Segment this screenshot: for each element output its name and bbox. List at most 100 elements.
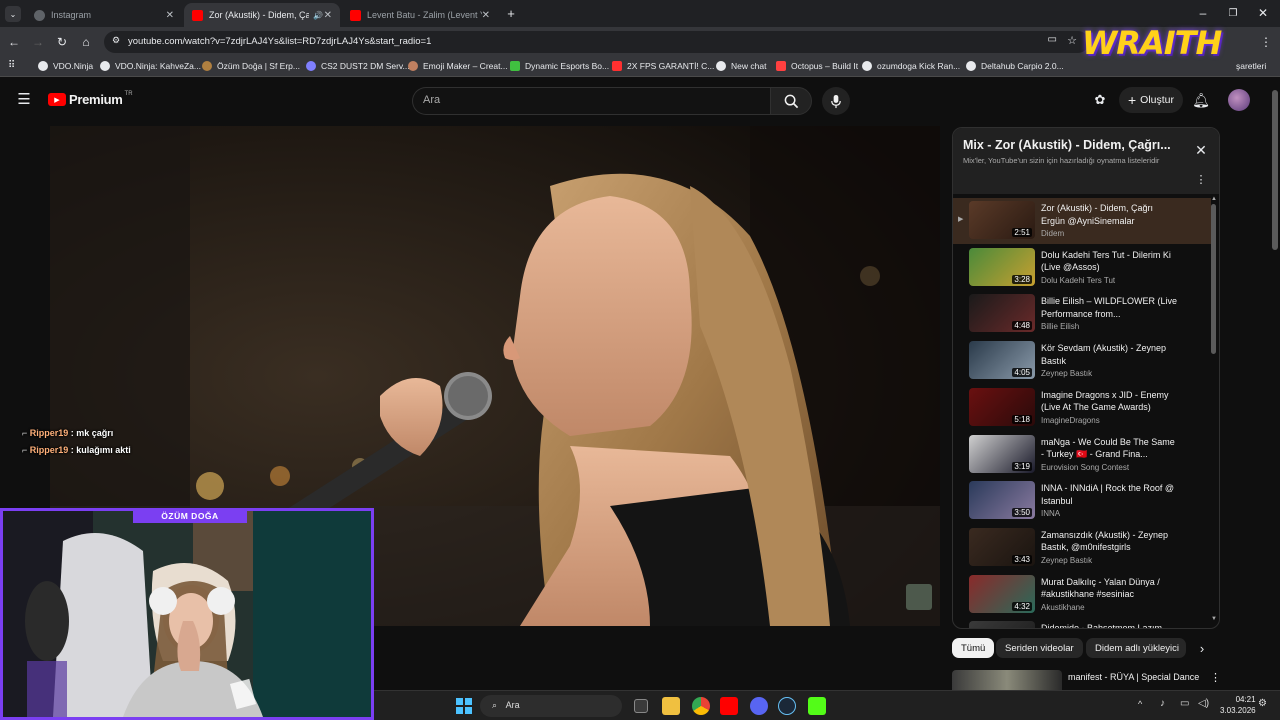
now-playing-icon: ▶ (958, 216, 964, 223)
bookmark-item[interactable]: Octopus – Build It (776, 61, 858, 71)
back-icon[interactable]: ← (6, 34, 22, 50)
site-info-icon[interactable]: ⚙ (112, 35, 120, 46)
page-scrollbar[interactable] (1272, 90, 1278, 250)
bookmark-label: VDO.Ninja (53, 61, 94, 71)
close-tab-icon[interactable]: ✕ (324, 10, 332, 21)
bookmark-item[interactable]: CS2 DUST2 DM Serv... (306, 61, 410, 71)
youtube-logo[interactable]: ▶ Premium TR (48, 91, 133, 107)
volume-icon[interactable]: ◁) (1198, 698, 1209, 709)
scroll-thumb[interactable] (1211, 204, 1216, 354)
home-icon[interactable]: ⌂ (78, 34, 94, 50)
playlist-item[interactable]: ▶ 2:51 Zor (Akustik) - Didem, Çağrı Ergün … (953, 198, 1211, 244)
tab-label: Instagram (51, 10, 92, 20)
bookmark-item[interactable]: 2X FPS GARANTİ! C... (612, 61, 714, 71)
video-thumbnail: 3:50 (969, 481, 1035, 520)
tab-levent-batu[interactable]: Levent Batu - Zalim (Levent Yü ✕ (342, 3, 498, 27)
file-explorer-icon[interactable] (662, 697, 680, 715)
playlist-item[interactable]: 3:19 maNga - We Could Be The Same - Turke… (953, 432, 1211, 478)
forward-icon[interactable]: → (30, 34, 46, 50)
start-menu-icon[interactable] (456, 698, 472, 714)
bookmark-label: Octopus – Build It (791, 61, 859, 71)
bookmark-item[interactable]: New chat (716, 61, 766, 71)
bookmark-item[interactable]: VDO.Ninja (38, 61, 93, 71)
recommended-video[interactable]: manifest - RÜYA | Special Dance ⋮ (952, 670, 1221, 690)
bookmark-icon (862, 61, 872, 71)
youtube-app-icon[interactable] (720, 697, 738, 715)
playlist-item[interactable]: 4:32 Murat Dalkılıç - Yalan Dünya / #akus… (953, 572, 1211, 618)
maximize-icon[interactable]: ❐ (1224, 5, 1242, 21)
menu-icon[interactable]: ⋮ (1258, 34, 1274, 50)
search-button[interactable] (770, 87, 812, 115)
channel-name: Didem (1041, 229, 1065, 238)
notification-center-icon[interactable]: ⚙ (1258, 698, 1267, 709)
channel-name: Eurovision Song Contest (1041, 462, 1130, 472)
channel-watermark[interactable] (906, 584, 932, 610)
chrome-icon[interactable] (692, 697, 710, 715)
channel-name: Zeynep Bastık (1041, 555, 1093, 565)
channel-name: Akustikhane (1041, 602, 1085, 612)
bookmark-item[interactable]: VDO.Ninja: KahveZa... (100, 61, 201, 71)
network-icon[interactable]: ▭ (1180, 698, 1189, 709)
chip-label: Seriden videolar (1005, 642, 1074, 654)
taskbar-search[interactable]: ⌕ Ara (480, 695, 622, 717)
tab-instagram[interactable]: Instagram ✕ (26, 3, 182, 27)
clock[interactable]: 04:21 3.03.2026 (1220, 694, 1256, 716)
tab-label: Levent Batu - Zalim (Levent Yü (367, 10, 482, 20)
cast-icon[interactable]: ▭ (1048, 34, 1057, 45)
discord-icon[interactable] (750, 697, 768, 715)
apps-icon[interactable]: ⠿ (8, 60, 15, 71)
bookmark-item[interactable]: Emoji Maker – Creat... (408, 61, 508, 71)
tab-search-icon[interactable]: ⌄ (5, 6, 21, 22)
hamburger-menu-icon[interactable]: ☰ (16, 91, 32, 108)
scroll-down-icon[interactable]: ▼ (1211, 616, 1217, 622)
chip-all[interactable]: Tümü (952, 638, 995, 658)
scroll-up-icon[interactable]: ▲ (1211, 196, 1217, 202)
playlist-item[interactable]: 5:18 Imagine Dragons x JID - Enemy (Live … (953, 385, 1211, 431)
bookmark-item[interactable]: ozumdoga Kick Ran... (862, 61, 960, 71)
windows-taskbar: ⌕ Ara ^ ♪ ▭ ◁) 04:21 3.03.2026 ⚙ (374, 690, 1280, 720)
youtube-header: ☰ ▶ Premium TR Ara ✿ + Oluştur 🔔︎ (0, 77, 1270, 123)
tab-youtube-active[interactable]: Zor (Akustik) - Didem, Çağrı 🔊 ✕ (184, 3, 340, 27)
playlist-item[interactable]: 4:48 Billie Eilish – WILDFLOWER (Live Per… (953, 291, 1211, 337)
chevron-right-icon[interactable]: › (1194, 640, 1210, 656)
reload-icon[interactable]: ↻ (54, 34, 70, 50)
extension-icon[interactable]: ✿ (1091, 91, 1109, 109)
playlist-item[interactable]: 3:43 Zamansızdık (Akustik) - Zeynep Bastı… (953, 525, 1211, 571)
create-button[interactable]: + Oluştur (1119, 87, 1183, 113)
new-tab-icon[interactable]: + (503, 5, 519, 21)
bookmark-item[interactable]: Özüm Doğa | Sf Erp... (202, 61, 300, 71)
url-input[interactable]: ⚙ youtube.com/watch?v=7zdjrLAJ4Ys&list=R… (104, 31, 1089, 53)
microphone-tray-icon[interactable]: ♪ (1160, 698, 1165, 709)
bookmark-item[interactable]: Deltahub Carpio 2.0... (966, 61, 1064, 71)
minimize-icon[interactable]: – (1194, 5, 1212, 21)
chip-uploader[interactable]: Didem adlı yükleyici (1086, 638, 1186, 658)
playlist-item[interactable]: Didemido - Bahsetmem Lazım (953, 618, 1211, 628)
chip-series-videos[interactable]: Seriden videolar (996, 638, 1083, 658)
bookmark-label: şaretleri (1236, 61, 1267, 71)
playlist-item[interactable]: 4:05 Kör Sevdam (Akustik) - Zeynep Bastık… (953, 338, 1211, 384)
bookmark-item[interactable]: şaretleri (1236, 61, 1266, 71)
playlist-scrollbar[interactable]: ▲ ▼ (1211, 196, 1217, 626)
task-view-icon[interactable] (634, 699, 648, 713)
more-options-icon[interactable]: ⋮ (1210, 671, 1221, 684)
close-tab-icon[interactable]: ✕ (166, 10, 174, 21)
playlist-item[interactable]: 3:28 Dolu Kadehi Ters Tut - Dilerim Ki (L… (953, 245, 1211, 291)
voice-search-button[interactable] (822, 87, 850, 115)
close-tab-icon[interactable]: ✕ (482, 10, 490, 21)
avatar[interactable] (1228, 89, 1250, 111)
steam-icon[interactable] (778, 697, 796, 715)
chip-label: Didem adlı yükleyici (1095, 642, 1179, 654)
close-window-icon[interactable]: ✕ (1254, 5, 1272, 21)
playlist-item[interactable]: 3:50 INNA - INNdiA | Rock the Roof @ Ista… (953, 478, 1211, 524)
close-playlist-icon[interactable]: ✕ (1193, 142, 1209, 158)
tray-chevron-icon[interactable]: ^ (1138, 699, 1142, 709)
more-options-icon[interactable]: ⋮ (1195, 172, 1207, 186)
cam-name-label: ÖZÜM DOĞA (133, 511, 247, 523)
app-icon[interactable] (808, 697, 826, 715)
search-input[interactable]: Ara (412, 87, 770, 115)
bookmark-star-icon[interactable]: ☆ (1067, 34, 1077, 47)
bookmark-item[interactable]: Dynamic Esports Bo... (510, 61, 609, 71)
speaker-icon[interactable]: 🔊 (313, 11, 323, 20)
playlist-title[interactable]: Mix - Zor (Akustik) - Didem, Çağrı... (963, 138, 1173, 152)
notifications-bell-icon[interactable]: 🔔︎ (1191, 90, 1211, 110)
